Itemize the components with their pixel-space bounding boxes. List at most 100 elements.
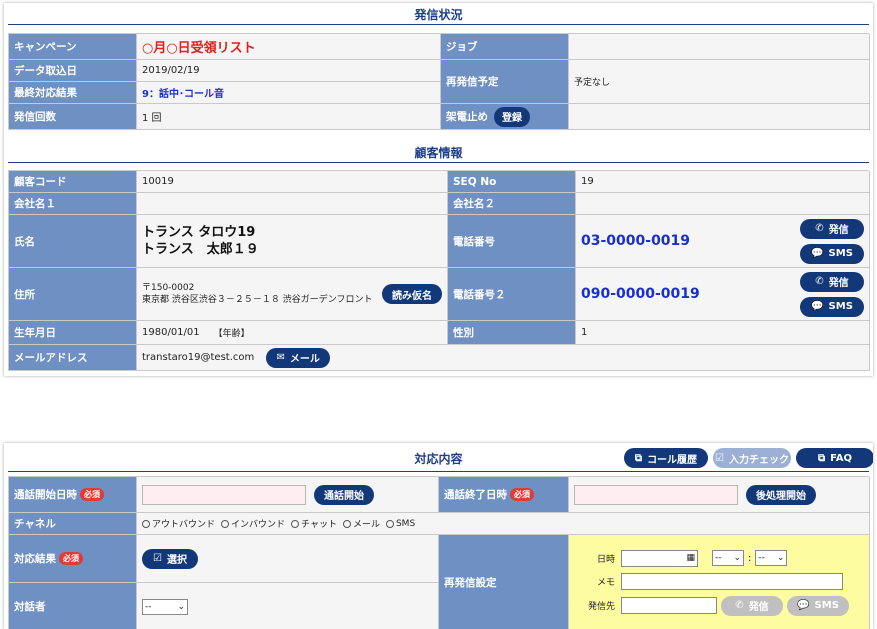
job-label: ジョブ — [441, 34, 569, 60]
chat-bubble-icon: 💬 — [811, 301, 824, 312]
phone-icon: ✆ — [815, 223, 824, 234]
call-count-label: 発信回数 — [9, 104, 137, 130]
age-value: 【年齢】 — [213, 329, 250, 339]
recall-date-input[interactable]: ▦ — [621, 549, 698, 567]
end-datetime-input[interactable] — [574, 484, 738, 505]
name-label: 氏名 — [9, 215, 137, 268]
input-check-button[interactable]: ☑ 入力チェック — [713, 448, 791, 468]
response-toolbar: ⧉ コール履歴 ☑ 入力チェック ⧉ FAQ — [624, 448, 873, 468]
customer-title: 顧客情報 — [8, 144, 869, 163]
chat-bubble-icon: 💬 — [797, 600, 810, 611]
start-call-button[interactable]: 通話開始 — [314, 484, 374, 505]
gender-value: 1 — [576, 321, 870, 345]
mail-value: transtaro19@test.com — [142, 352, 255, 363]
chevron-down-icon: ⌄ — [177, 601, 185, 612]
address-label: 住所 — [9, 268, 137, 321]
call-history-button[interactable]: ⧉ コール履歴 — [624, 448, 708, 468]
mail-value-cell: transtaro19@test.com ✉ メール — [137, 345, 870, 371]
recall-hour-select[interactable]: -- ⌄ — [712, 550, 744, 566]
required-badge: 必須 — [80, 488, 104, 501]
calendar-icon: ▦ — [686, 553, 695, 563]
recall-setting-label: 再発信設定 — [439, 535, 569, 629]
yomi-button[interactable]: 読み仮名 — [382, 284, 442, 304]
end-label: 通話終了日時 必須 — [439, 477, 569, 513]
channel-radio-inbound[interactable]: インバウンド — [221, 517, 285, 530]
after-work-button[interactable]: 後処理開始 — [746, 484, 816, 505]
recall-minute-select[interactable]: -- ⌄ — [755, 550, 788, 566]
job-value — [569, 34, 870, 60]
register-button[interactable]: 登録 — [494, 106, 530, 127]
customer-code-value: 10019 — [137, 171, 448, 193]
external-link-icon: ⧉ — [817, 452, 826, 464]
company2-value — [576, 193, 870, 215]
mail-button[interactable]: ✉ メール — [266, 347, 331, 368]
checkbox-icon: ☑ — [715, 452, 724, 464]
recall-sms-button[interactable]: 💬 SMS — [787, 595, 849, 616]
tel-sms-button[interactable]: 💬 SMS — [800, 243, 864, 264]
customer-panel: 発信状況 キャンペーン ○月○日受領リスト ジョブ データ取込日 2019/02… — [4, 3, 873, 376]
mail-label: メールアドレス — [9, 345, 137, 371]
dest-input[interactable] — [621, 597, 717, 614]
campaign-value: ○月○日受領リスト — [137, 34, 441, 60]
stop-label: 架電止め 登録 — [441, 104, 569, 130]
person-select[interactable]: -- ⌄ — [142, 598, 188, 615]
response-panel: 対応内容 ⧉ コール履歴 ☑ 入力チェック ⧉ FAQ 通話開始日時 必須 通話開始 通… — [4, 443, 873, 629]
start-datetime-input[interactable] — [142, 484, 306, 505]
start-cell: 通話開始 — [137, 477, 439, 513]
campaign-label: キャンペーン — [9, 34, 137, 60]
chevron-down-icon: ⌄ — [733, 553, 741, 563]
tel2-label: 電話番号２ — [448, 268, 576, 321]
recall-setting-cell: 日時 ▦ -- ⌄ : -- ⌄ メモ 発信先 ✆ 発信 💬 SMS — [569, 535, 870, 629]
name-value: トランス タロウ19 トランス 太郎１９ — [137, 215, 448, 268]
channel-radio-mail[interactable]: メール — [342, 517, 380, 530]
external-link-icon: ⧉ — [634, 452, 643, 464]
channel-label: チャネル — [9, 513, 137, 535]
response-table: 通話開始日時 必須 通話開始 通話終了日時 必須 後処理開始 チャネル アウトバウン… — [8, 476, 870, 629]
datetime-label: 日時 — [596, 554, 615, 565]
envelope-icon: ✉ — [276, 352, 285, 363]
select-button[interactable]: ☑ 選択 — [142, 548, 198, 569]
customer-code-label: 顧客コード — [9, 171, 137, 193]
result-cell: ☑ 選択 — [137, 535, 439, 583]
hasshin-title: 発信状況 — [8, 6, 869, 25]
memo-label: メモ — [596, 577, 615, 588]
chat-bubble-icon: 💬 — [811, 248, 824, 259]
hasshin-table: キャンペーン ○月○日受領リスト ジョブ データ取込日 2019/02/19 再… — [8, 33, 870, 130]
gender-label: 性別 — [448, 321, 576, 345]
tel-value: 03-0000-0019 — [581, 233, 691, 249]
faq-button[interactable]: ⧉ FAQ — [796, 448, 873, 468]
company2-label: 会社名２ — [448, 193, 576, 215]
channel-radio-outbound[interactable]: アウトバウンド — [142, 517, 215, 530]
last-result-label: 最終対応結果 — [9, 82, 137, 104]
result-label: 対応結果 必須 — [9, 535, 137, 583]
required-badge: 必須 — [59, 552, 83, 565]
tel2-value-cell: 090-0000-0019 ✆ 発信 💬 SMS — [576, 268, 870, 321]
address-value-cell: 〒150-0002 東京都 渋谷区渋谷３－２５－１８ 渋谷ガーデンフロント 読み… — [137, 268, 448, 321]
address-value: 東京都 渋谷区渋谷３－２５－１８ 渋谷ガーデンフロント — [142, 295, 373, 305]
import-date-value: 2019/02/19 — [137, 60, 441, 82]
stop-value — [569, 104, 870, 130]
call-count-value: 1 回 — [137, 104, 441, 130]
tel-call-button[interactable]: ✆ 発信 — [800, 218, 864, 239]
channel-options: アウトバウンド インバウンド チャット メール SMS — [137, 513, 870, 535]
tel2-sms-button[interactable]: 💬 SMS — [800, 296, 864, 317]
recall-call-button[interactable]: ✆ 発信 — [721, 595, 783, 616]
last-result-value: 9：話中･コール音 — [137, 82, 441, 104]
channel-radio-chat[interactable]: チャット — [291, 517, 337, 530]
person-label: 対話者 — [9, 583, 137, 629]
phone-icon: ✆ — [815, 276, 824, 287]
time-separator: : — [748, 552, 752, 564]
checkbox-icon: ☑ — [153, 553, 162, 564]
memo-input[interactable] — [621, 572, 843, 590]
channel-radio-sms[interactable]: SMS — [385, 519, 415, 529]
name-kana: トランス タロウ19 — [142, 225, 256, 240]
company1-value — [137, 193, 448, 215]
phone-icon: ✆ — [735, 600, 744, 611]
zip-value: 〒150-0002 — [142, 283, 195, 293]
birth-value-cell: 1980/01/01 【年齢】 — [137, 321, 448, 345]
company1-label: 会社名１ — [9, 193, 137, 215]
chevron-down-icon: ⌄ — [776, 553, 785, 563]
end-cell: 後処理開始 — [569, 477, 870, 513]
recall-label: 再発信予定 — [441, 60, 569, 104]
tel2-call-button[interactable]: ✆ 発信 — [800, 271, 864, 292]
